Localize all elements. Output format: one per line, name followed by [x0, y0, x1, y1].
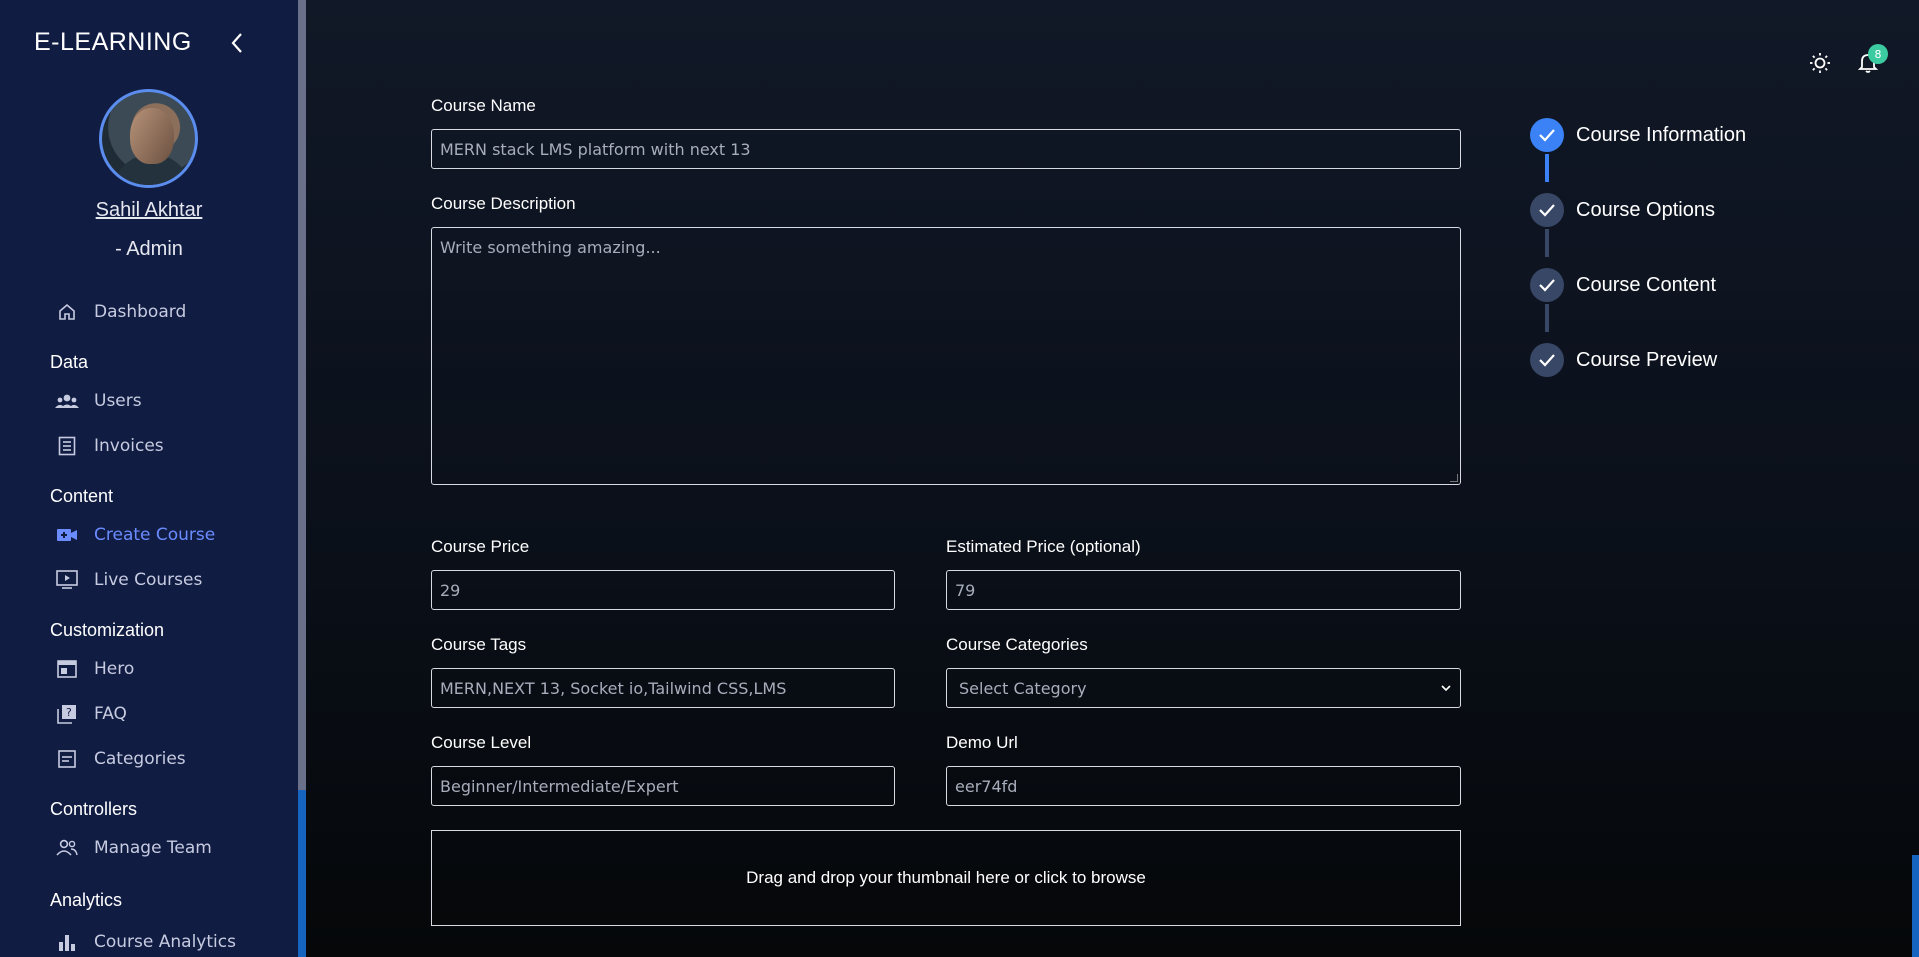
section-controllers: Controllers	[50, 799, 138, 819]
step-label: Course Information	[1576, 123, 1747, 146]
demo-url-label: Demo Url	[946, 733, 1018, 752]
sidebar-item-label: Categories	[94, 749, 186, 769]
home-icon	[55, 300, 79, 324]
estimated-price-input[interactable]: 79	[946, 570, 1461, 610]
video-add-icon	[55, 523, 79, 547]
check-icon	[1539, 129, 1555, 142]
chevron-down-icon	[1441, 685, 1451, 692]
wysiwyg-icon	[55, 747, 79, 771]
step-label: Course Content	[1576, 273, 1717, 296]
sidebar-item-create-course[interactable]: Create Course	[55, 520, 215, 550]
selected-category: Select Category	[959, 678, 1087, 698]
estimated-price-label: Estimated Price (optional)	[946, 537, 1141, 556]
sidebar-item-course-analytics[interactable]: Course Analytics	[55, 927, 236, 957]
course-tags-label: Course Tags	[431, 635, 527, 654]
check-icon	[1539, 204, 1555, 217]
tv-play-icon	[55, 568, 79, 592]
people-icon	[55, 836, 79, 860]
step-connector	[1545, 304, 1549, 332]
sidebar: E-LEARNING Sahil Akhtar - Admin Dashboar…	[0, 0, 298, 957]
sidebar-item-invoices[interactable]: Invoices	[55, 431, 164, 461]
course-description-textarea[interactable]: Write something amazing...	[431, 227, 1461, 485]
sidebar-item-label: Users	[94, 391, 142, 411]
sidebar-item-label: Dashboard	[94, 302, 187, 322]
check-icon	[1539, 354, 1555, 367]
sidebar-item-manage-team[interactable]: Manage Team	[55, 833, 212, 863]
bar-chart-icon	[55, 930, 79, 954]
course-name-label: Course Name	[431, 96, 536, 115]
sidebar-item-users[interactable]: Users	[55, 386, 142, 416]
sidebar-item-label: FAQ	[94, 704, 127, 724]
step-label: Course Preview	[1576, 348, 1718, 371]
sidebar-item-label: Invoices	[94, 436, 164, 456]
step-course-content: Course Content	[1530, 268, 1716, 302]
step-circle	[1530, 343, 1564, 377]
sun-icon	[1810, 53, 1830, 73]
sidebar-item-faq[interactable]: ? FAQ	[55, 699, 127, 729]
users-icon	[55, 389, 79, 413]
notification-count-badge: 8	[1868, 44, 1888, 64]
collapse-sidebar-button[interactable]	[226, 30, 248, 56]
course-level-input[interactable]: Beginner/Intermediate/Expert	[431, 766, 895, 806]
demo-url-input[interactable]: eer74fd	[946, 766, 1461, 806]
section-analytics: Analytics	[50, 890, 123, 910]
page-scroll-thumb[interactable]	[1912, 855, 1919, 957]
sidebar-item-label: Create Course	[94, 525, 216, 545]
svg-text:?: ?	[66, 706, 72, 719]
dropzone-text: Drag and drop your thumbnail here or cli…	[746, 868, 1146, 887]
sidebar-item-hero[interactable]: Hero	[55, 654, 134, 684]
step-course-options: Course Options	[1530, 193, 1715, 227]
theme-toggle-button[interactable]	[1805, 48, 1835, 78]
step-connector	[1545, 229, 1549, 257]
sidebar-item-label: Live Courses	[94, 570, 203, 590]
course-categories-label: Course Categories	[946, 635, 1088, 654]
course-price-input[interactable]: 29	[431, 570, 895, 610]
course-description-label: Course Description	[431, 194, 576, 213]
avatar[interactable]	[99, 89, 198, 188]
sidebar-item-live-courses[interactable]: Live Courses	[55, 565, 202, 595]
chevron-left-icon	[231, 33, 242, 53]
user-role: - Admin	[115, 238, 183, 260]
step-circle	[1530, 118, 1564, 152]
sidebar-item-dashboard[interactable]: Dashboard	[55, 297, 186, 327]
quiz-icon: ?	[55, 702, 79, 726]
brand-title: E-LEARNING	[34, 28, 192, 56]
course-description-placeholder: Write something amazing...	[440, 238, 661, 257]
sidebar-item-label: Manage Team	[94, 838, 212, 858]
sidebar-item-categories[interactable]: Categories	[55, 744, 186, 774]
receipt-icon	[55, 434, 79, 458]
section-customization: Customization	[50, 620, 165, 640]
step-label: Course Options	[1576, 198, 1715, 221]
course-tags-input[interactable]: MERN,NEXT 13, Socket io,Tailwind CSS,LMS	[431, 668, 895, 708]
course-level-label: Course Level	[431, 733, 532, 752]
step-circle	[1530, 268, 1564, 302]
section-data: Data	[50, 352, 89, 372]
resize-handle[interactable]	[1450, 474, 1458, 482]
course-name-input[interactable]: MERN stack LMS platform with next 13	[431, 129, 1461, 169]
step-course-preview: Course Preview	[1530, 343, 1717, 377]
step-circle	[1530, 193, 1564, 227]
user-name[interactable]: Sahil Akhtar	[0, 199, 298, 222]
course-categories-select[interactable]: Select Category	[946, 668, 1461, 708]
sidebar-item-label: Hero	[94, 659, 135, 679]
course-price-label: Course Price	[431, 537, 530, 556]
section-content: Content	[50, 486, 114, 506]
web-icon	[55, 657, 79, 681]
check-icon	[1539, 279, 1555, 292]
sidebar-item-label: Course Analytics	[94, 932, 236, 952]
sidebar-scroll-thumb[interactable]	[298, 790, 306, 957]
thumbnail-dropzone[interactable]: Drag and drop your thumbnail here or cli…	[431, 830, 1461, 926]
step-connector	[1545, 154, 1549, 182]
step-course-information: Course Information	[1530, 118, 1746, 152]
